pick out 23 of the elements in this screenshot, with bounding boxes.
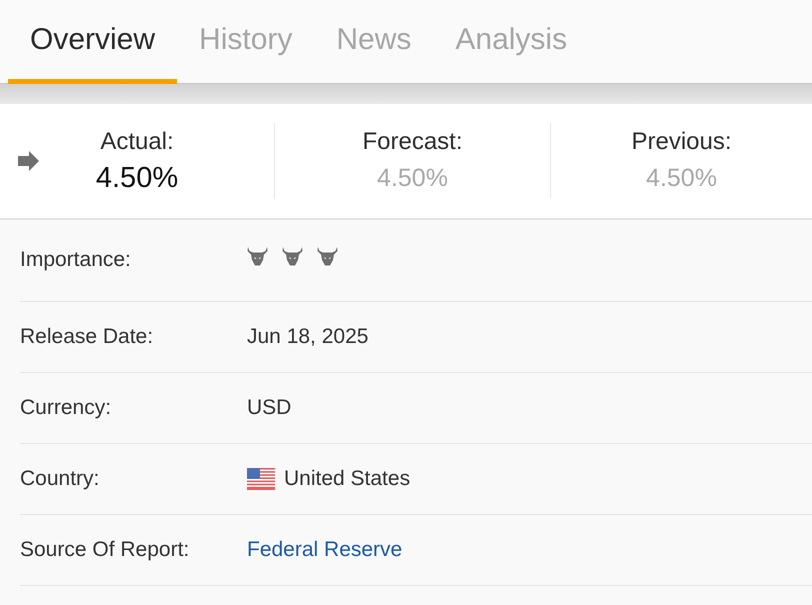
- source-link[interactable]: Federal Reserve: [247, 538, 402, 562]
- tab[interactable]: Analysis: [433, 0, 590, 84]
- detail-label: Importance:: [20, 248, 132, 272]
- detail-label: Currency:: [20, 396, 112, 420]
- detail-value: USD: [247, 396, 292, 420]
- country-name: United States: [284, 467, 410, 491]
- summary-value: 4.50%: [96, 162, 178, 194]
- bull-icon: [317, 246, 338, 266]
- detail-label: Country:: [20, 467, 100, 491]
- summary-label: Actual:: [100, 128, 174, 156]
- us-flag-icon: [247, 468, 275, 490]
- summary-value: 4.50%: [646, 163, 717, 194]
- summary-value: 4.50%: [377, 163, 448, 194]
- summary-label: Forecast:: [362, 128, 463, 156]
- right-arrow-icon: [18, 151, 39, 171]
- tab[interactable]: News: [314, 0, 434, 84]
- bull-icon: [247, 246, 268, 266]
- summary-label: Previous:: [631, 128, 732, 156]
- detail-value: Jun 18, 2025: [247, 325, 368, 349]
- tab[interactable]: History: [177, 0, 314, 84]
- detail-label: Release Date:: [20, 325, 154, 349]
- detail-label: Source Of Report:: [20, 538, 190, 562]
- bull-icon: [282, 246, 303, 266]
